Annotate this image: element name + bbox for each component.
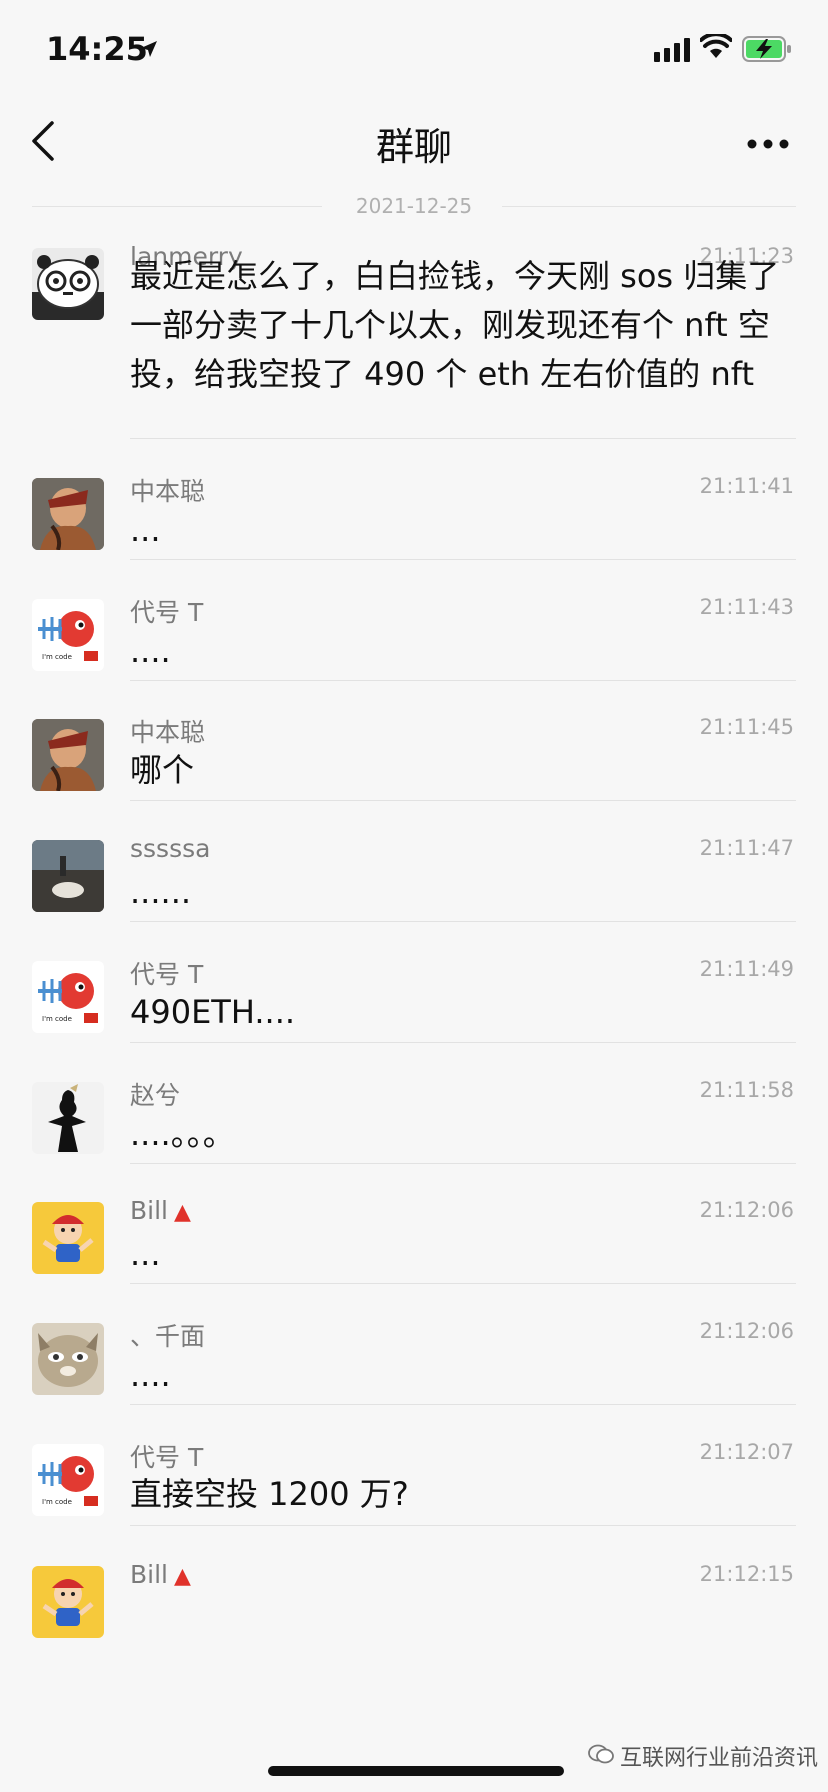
sender-name-text: 中本聪 bbox=[130, 718, 206, 747]
cartoon-boy-avatar[interactable] bbox=[32, 1566, 104, 1638]
more-options-icon[interactable] bbox=[746, 138, 790, 150]
message-divider bbox=[130, 1163, 796, 1164]
location-arrow-icon bbox=[141, 41, 157, 57]
status-bar: 14:25 bbox=[0, 0, 828, 96]
message-divider bbox=[130, 559, 796, 560]
message-divider bbox=[130, 1404, 796, 1405]
svg-text:I'm code: I'm code bbox=[42, 1498, 72, 1506]
message-time: 21:12:06 bbox=[699, 1198, 794, 1222]
sender-name-text: 代号 T bbox=[130, 960, 204, 989]
home-indicator bbox=[268, 1766, 564, 1776]
message-text: ... bbox=[130, 1235, 161, 1273]
nav-bar: 群聊 bbox=[0, 96, 828, 186]
sender-name-text: sssssa bbox=[130, 834, 211, 863]
message-text: 最近是怎么了，白白捡钱，今天刚 sos 归集了一部分卖了十几个以太，刚发现还有个… bbox=[130, 257, 780, 393]
sender-name: 中本聪 bbox=[130, 472, 205, 508]
warrior-avatar[interactable] bbox=[32, 719, 104, 791]
sender-name-text: 、千面 bbox=[130, 1322, 206, 1351]
silhouette-avatar[interactable] bbox=[32, 1082, 104, 1154]
message-divider bbox=[130, 800, 796, 801]
message-time: 21:12:07 bbox=[699, 1440, 794, 1464]
sender-name-text: 代号 T bbox=[130, 598, 204, 627]
sender-name: 代号 T bbox=[130, 955, 203, 991]
message-time: 21:11:41 bbox=[699, 474, 794, 498]
sender-name-text: 赵兮 bbox=[130, 1081, 181, 1110]
message-text: .... bbox=[130, 632, 171, 670]
cellular-signal-icon bbox=[654, 38, 690, 62]
photo-avatar[interactable] bbox=[32, 840, 104, 912]
sender-name: Bill ▲ bbox=[130, 1560, 191, 1589]
warrior-avatar[interactable] bbox=[32, 478, 104, 550]
message-divider bbox=[130, 680, 796, 681]
cartoon-boy-avatar[interactable] bbox=[32, 1202, 104, 1274]
message-text: 哪个 bbox=[130, 751, 195, 789]
panda-avatar[interactable] bbox=[32, 248, 104, 320]
message-divider bbox=[130, 438, 796, 439]
sender-name: sssssa bbox=[130, 834, 210, 863]
warning-triangle-icon: ▲ bbox=[174, 1564, 191, 1589]
fishbone-avatar[interactable]: I'm code bbox=[32, 599, 104, 671]
fishbone-avatar[interactable]: I'm code bbox=[32, 1444, 104, 1516]
message-time: 21:12:06 bbox=[699, 1319, 794, 1343]
sender-name-text: Bill bbox=[130, 1196, 168, 1225]
battery-charging-icon bbox=[742, 36, 791, 62]
sender-name-text: 中本聪 bbox=[130, 477, 206, 506]
message-text: 490ETH.... bbox=[130, 993, 296, 1031]
watermark-text: 互联网行业前沿资讯 bbox=[620, 1746, 819, 1771]
sender-name: 中本聪 bbox=[130, 713, 205, 749]
message-divider bbox=[130, 1283, 796, 1284]
fishbone-avatar[interactable]: I'm code bbox=[32, 961, 104, 1033]
svg-text:I'm code: I'm code bbox=[42, 653, 72, 661]
status-time: 14:25 bbox=[46, 30, 148, 68]
message-divider bbox=[130, 1042, 796, 1043]
message-time: 21:11:43 bbox=[699, 595, 794, 619]
wechat-icon bbox=[588, 1744, 614, 1764]
date-label: 2021-12-25 bbox=[355, 194, 473, 218]
message-divider bbox=[130, 921, 796, 922]
page-title: 群聊 bbox=[375, 125, 452, 169]
message-time: 21:12:15 bbox=[699, 1562, 794, 1586]
message-text: ... bbox=[130, 511, 161, 549]
sender-name: Bill ▲ bbox=[130, 1196, 191, 1225]
message-divider bbox=[130, 1525, 796, 1526]
date-separator: 2021-12-25 bbox=[32, 192, 796, 220]
message-text: 直接空投 1200 万? bbox=[130, 1475, 409, 1513]
wifi-icon bbox=[700, 34, 732, 58]
sender-name: 赵兮 bbox=[130, 1076, 180, 1112]
message-time: 21:11:49 bbox=[699, 957, 794, 981]
message-text: ...... bbox=[130, 873, 192, 911]
warning-triangle-icon: ▲ bbox=[174, 1200, 191, 1225]
sender-name-text: Bill bbox=[130, 1560, 168, 1589]
message-text: ....。。。 bbox=[130, 1115, 235, 1153]
message-time: 21:11:47 bbox=[699, 836, 794, 860]
cat-avatar[interactable] bbox=[32, 1323, 104, 1395]
sender-name: 、千面 bbox=[130, 1317, 205, 1353]
sender-name: 代号 T bbox=[130, 593, 203, 629]
svg-text:I'm code: I'm code bbox=[42, 1015, 72, 1023]
sender-name-text: 代号 T bbox=[130, 1443, 204, 1472]
message-text: .... bbox=[130, 1356, 171, 1394]
message-time: 21:11:45 bbox=[699, 715, 794, 739]
message-time: 21:11:58 bbox=[699, 1078, 794, 1102]
sender-name: 代号 T bbox=[130, 1438, 203, 1474]
